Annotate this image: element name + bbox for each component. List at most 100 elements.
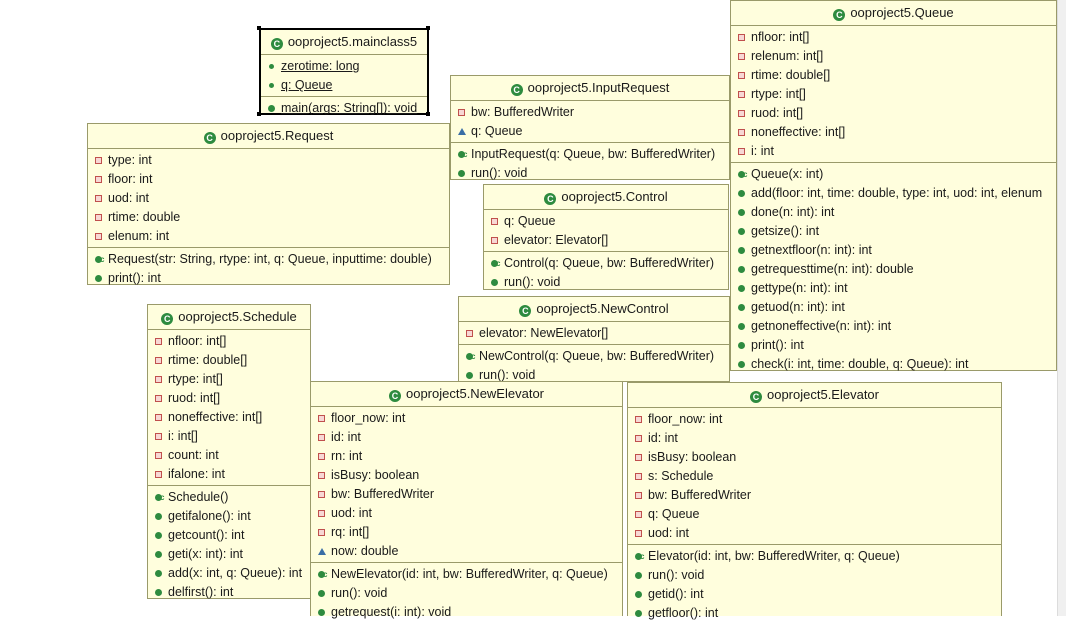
field-row[interactable]: floor: int — [88, 170, 449, 189]
method-row[interactable]: Queue(x: int) — [731, 165, 1056, 184]
vertical-scrollbar[interactable] — [1057, 0, 1066, 616]
field-row[interactable]: uod: int — [311, 504, 622, 523]
field-row[interactable]: elevator: Elevator[] — [484, 231, 728, 250]
field-row[interactable]: floor_now: int — [628, 410, 1001, 429]
field-row[interactable]: rtime: double[] — [148, 351, 310, 370]
field-row[interactable]: elenum: int — [88, 227, 449, 246]
private-field-icon — [318, 529, 325, 536]
private-field-icon — [466, 330, 473, 337]
field-row[interactable]: uod: int — [628, 524, 1001, 543]
private-field-icon — [738, 148, 745, 155]
field-row[interactable]: id: int — [628, 429, 1001, 448]
class-box-mainclass5[interactable]: Cooproject5.mainclass5 zerotime: long q:… — [259, 28, 429, 115]
method-row[interactable]: getnextfloor(n: int): int — [731, 241, 1056, 260]
field-row[interactable]: uod: int — [88, 189, 449, 208]
method-row[interactable]: InputRequest(q: Queue, bw: BufferedWrite… — [451, 145, 729, 164]
public-method-icon — [738, 323, 745, 330]
method-row[interactable]: check(i: int, time: double, q: Queue): i… — [731, 355, 1056, 374]
private-field-icon — [738, 110, 745, 117]
field-row[interactable]: s: Schedule — [628, 467, 1001, 486]
field-row[interactable]: count: int — [148, 446, 310, 465]
method-row[interactable]: gettype(n: int): int — [731, 279, 1056, 298]
field-row[interactable]: relenum: int[] — [731, 47, 1056, 66]
field-row[interactable]: rtime: double[] — [731, 66, 1056, 85]
field-row[interactable]: q: Queue — [484, 212, 728, 231]
method-row[interactable]: geti(x: int): int — [148, 545, 310, 564]
field-row[interactable]: bw: BufferedWriter — [628, 486, 1001, 505]
class-box-newcontrol[interactable]: Cooproject5.NewControl elevator: NewElev… — [458, 296, 730, 382]
resize-handle[interactable] — [257, 26, 261, 30]
method-row[interactable]: getrequest(i: int): void — [311, 603, 622, 622]
method-row[interactable]: getsize(): int — [731, 222, 1056, 241]
field-row[interactable]: ruod: int[] — [148, 389, 310, 408]
resize-handle[interactable] — [257, 112, 261, 116]
class-box-schedule[interactable]: Cooproject5.Schedule nfloor: int[] rtime… — [147, 304, 311, 599]
class-name: ooproject5.NewElevator — [405, 386, 545, 401]
method-row[interactable]: add(x: int, q: Queue): int — [148, 564, 310, 583]
method-row[interactable]: delfirst(): int — [148, 583, 310, 602]
method-row[interactable]: getcount(): int — [148, 526, 310, 545]
private-field-icon — [95, 176, 102, 183]
field-row[interactable]: rn: int — [311, 447, 622, 466]
field-row[interactable]: nfloor: int[] — [731, 28, 1056, 47]
field-row[interactable]: bw: BufferedWriter — [311, 485, 622, 504]
field-row[interactable]: noneffective: int[] — [731, 123, 1056, 142]
method-row[interactable]: run(): void — [484, 273, 728, 292]
class-box-newelevator[interactable]: Cooproject5.NewElevator floor_now: int i… — [310, 381, 623, 619]
public-method-icon — [155, 570, 162, 577]
class-box-queue[interactable]: Cooproject5.Queue nfloor: int[] relenum:… — [730, 0, 1057, 371]
method-row[interactable]: NewElevator(id: int, bw: BufferedWriter,… — [311, 565, 622, 584]
field-row[interactable]: ruod: int[] — [731, 104, 1056, 123]
field-row[interactable]: zerotime: long — [261, 57, 427, 76]
field-row[interactable]: rq: int[] — [311, 523, 622, 542]
field-row[interactable]: elevator: NewElevator[] — [459, 324, 729, 343]
field-row[interactable]: i: int — [731, 142, 1056, 161]
method-row[interactable]: add(floor: int, time: double, type: int,… — [731, 184, 1056, 203]
method-row[interactable]: done(n: int): int — [731, 203, 1056, 222]
method-row[interactable]: getnoneffective(n: int): int — [731, 317, 1056, 336]
field-row[interactable]: i: int[] — [148, 427, 310, 446]
field-row[interactable]: q: Queue — [451, 122, 729, 141]
private-field-icon — [318, 472, 325, 479]
field-row[interactable]: ifalone: int — [148, 465, 310, 484]
method-row[interactable]: getrequesttime(n: int): double — [731, 260, 1056, 279]
method-row[interactable]: run(): void — [451, 164, 729, 183]
field-row[interactable]: type: int — [88, 151, 449, 170]
class-box-elevator[interactable]: Cooproject5.Elevator floor_now: int id: … — [627, 382, 1002, 620]
method-row[interactable]: getifalone(): int — [148, 507, 310, 526]
private-field-icon — [155, 395, 162, 402]
method-row[interactable]: getid(): int — [628, 585, 1001, 604]
method-row[interactable]: getuod(n: int): int — [731, 298, 1056, 317]
method-row[interactable]: Elevator(id: int, bw: BufferedWriter, q:… — [628, 547, 1001, 566]
method-row[interactable]: Schedule() — [148, 488, 310, 507]
field-row[interactable]: q: Queue — [261, 76, 427, 95]
field-row[interactable]: id: int — [311, 428, 622, 447]
resize-handle[interactable] — [426, 26, 430, 30]
class-box-inputrequest[interactable]: Cooproject5.InputRequest bw: BufferedWri… — [450, 75, 730, 180]
field-row[interactable]: q: Queue — [628, 505, 1001, 524]
method-row[interactable]: Request(str: String, rtype: int, q: Queu… — [88, 250, 449, 269]
field-row[interactable]: nfloor: int[] — [148, 332, 310, 351]
class-box-request[interactable]: Cooproject5.Request type: int floor: int… — [87, 123, 450, 285]
method-row[interactable]: NewControl(q: Queue, bw: BufferedWriter) — [459, 347, 729, 366]
field-row[interactable]: rtime: double — [88, 208, 449, 227]
field-row[interactable]: rtype: int[] — [731, 85, 1056, 104]
field-row[interactable]: noneffective: int[] — [148, 408, 310, 427]
field-row[interactable]: now: double — [311, 542, 622, 561]
field-row[interactable]: bw: BufferedWriter — [451, 103, 729, 122]
method-row[interactable]: getfloor(): int — [628, 604, 1001, 623]
method-row[interactable]: print(): int — [731, 336, 1056, 355]
field-row[interactable]: isBusy: boolean — [628, 448, 1001, 467]
field-row[interactable]: floor_now: int — [311, 409, 622, 428]
resize-handle[interactable] — [426, 112, 430, 116]
method-row[interactable]: Control(q: Queue, bw: BufferedWriter) — [484, 254, 728, 273]
method-row[interactable]: main(args: String[]): void — [261, 99, 427, 118]
class-box-control[interactable]: Cooproject5.Control q: Queue elevator: E… — [483, 184, 729, 290]
class-name: ooproject5.Control — [561, 189, 668, 204]
class-icon: C — [519, 305, 532, 317]
method-row[interactable]: print(): int — [88, 269, 449, 288]
field-row[interactable]: rtype: int[] — [148, 370, 310, 389]
field-row[interactable]: isBusy: boolean — [311, 466, 622, 485]
method-row[interactable]: run(): void — [311, 584, 622, 603]
method-row[interactable]: run(): void — [628, 566, 1001, 585]
